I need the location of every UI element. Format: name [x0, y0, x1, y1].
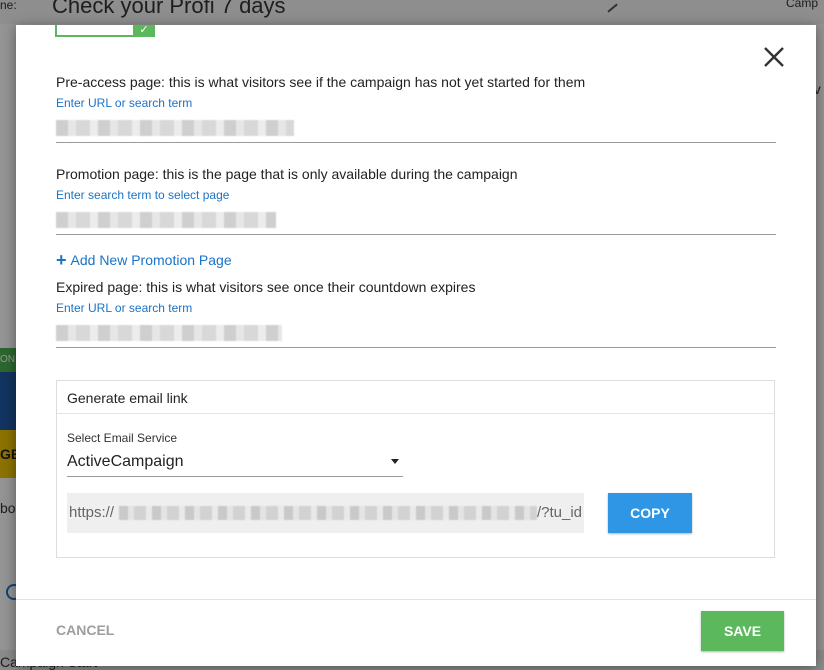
close-button[interactable] — [760, 43, 788, 71]
email-service-select[interactable]: ActiveCampaign — [67, 448, 403, 477]
expired-page-field: Expired page: this is what visitors see … — [56, 279, 776, 348]
save-button[interactable]: SAVE — [701, 611, 784, 651]
add-promotion-page-label: Add New Promotion Page — [70, 252, 232, 268]
background-banner-green: ON — [0, 348, 16, 372]
add-promotion-page-link[interactable]: + Add New Promotion Page — [56, 250, 232, 270]
email-link-redacted — [119, 506, 537, 520]
generate-email-link-title: Generate email link — [57, 381, 774, 414]
pre-access-page-input[interactable] — [56, 116, 776, 143]
background-right-label: Camp — [786, 0, 819, 10]
generate-email-link-panel: Generate email link Select Email Service… — [56, 380, 775, 558]
email-link-suffix: /?tu_id — [536, 504, 582, 521]
close-icon — [764, 47, 784, 67]
pre-access-page-hint: Enter URL or search term — [56, 96, 193, 110]
expired-page-value-redacted — [56, 325, 282, 341]
email-service-value: ActiveCampaign — [67, 453, 184, 470]
background-banner-yellow: GE — [0, 430, 20, 478]
expired-page-label: Expired page: this is what visitors see … — [56, 279, 476, 295]
expired-page-hint: Enter URL or search term — [56, 301, 193, 315]
caret-down-icon — [391, 459, 399, 464]
plus-icon: + — [56, 250, 67, 270]
promotion-page-value-redacted — [56, 212, 276, 228]
modal-footer: CANCEL SAVE — [16, 599, 816, 667]
pre-access-page-label: Pre-access page: this is what visitors s… — [56, 74, 586, 90]
campaign-pages-modal: ✓ Pre-access page: this is what visitors… — [16, 25, 816, 666]
pre-access-page-field: Pre-access page: this is what visitors s… — [56, 74, 776, 143]
promotion-page-input[interactable] — [56, 208, 776, 235]
check-icon: ✓ — [133, 25, 155, 37]
email-link-prefix: https:// — [69, 504, 115, 521]
promotion-page-field: Promotion page: this is the page that is… — [56, 166, 776, 235]
copy-button[interactable]: COPY — [608, 493, 692, 533]
background-banner-blue — [0, 372, 16, 430]
pre-access-page-value-redacted — [56, 120, 294, 136]
email-service-label: Select Email Service — [67, 431, 178, 445]
background-left-label: ne: — [0, 0, 17, 12]
cancel-button[interactable]: CANCEL — [56, 622, 114, 638]
promotion-page-hint: Enter search term to select page — [56, 188, 230, 202]
email-link-field[interactable]: https:// /?tu_id — [67, 493, 584, 533]
expired-page-input[interactable] — [56, 321, 776, 348]
background-page-title: Check your Profi 7 days — [52, 0, 286, 18]
promotion-page-label: Promotion page: this is the page that is… — [56, 166, 518, 182]
background-side-text: bo — [0, 500, 16, 516]
